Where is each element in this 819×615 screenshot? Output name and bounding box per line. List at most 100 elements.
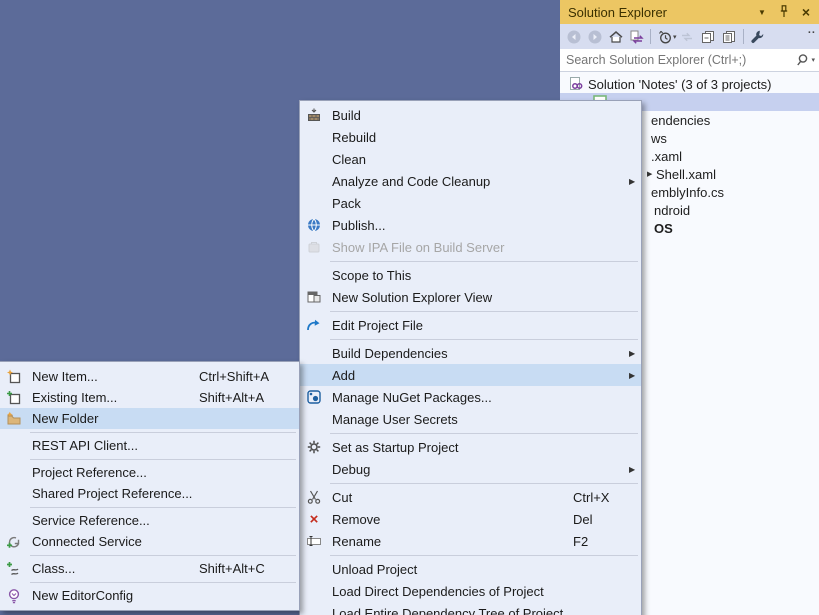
menu-item-existing-item[interactable]: Existing Item...Shift+Alt+A [0,387,299,408]
menu-item-analyze-and-code-cleanup[interactable]: Analyze and Code Cleanup▶ [300,170,641,192]
home-icon [608,29,624,45]
tree-expander-icon[interactable]: ▶ [647,170,655,178]
menu-item-show-ipa-file-on-build-server[interactable]: Show IPA File on Build Server [300,236,641,258]
pending-changes-filter-button[interactable] [654,26,675,47]
menu-item-label: Clean [328,152,573,167]
solution-icon [568,76,584,92]
ipa-file-icon [300,239,328,255]
menu-item-unload-project[interactable]: Unload Project [300,558,641,580]
submenu-arrow-icon: ▶ [629,349,639,358]
menu-item-manage-nuget-packages[interactable]: Manage NuGet Packages... [300,386,641,408]
menu-item-label: Build [328,108,573,123]
collapse-all-button[interactable] [698,26,719,47]
menu-item-shortcut: Shift+Alt+A [199,390,287,405]
add-submenu: New Item...Ctrl+Shift+AExisting Item...S… [0,361,300,611]
menu-item-set-as-startup-project[interactable]: Set as Startup Project [300,436,641,458]
menu-item-rename[interactable]: RenameF2 [300,530,641,552]
menu-item-shortcut: Del [573,512,629,527]
tree-item-label: ndroid [654,203,690,218]
collapse-all-icon [700,29,716,45]
tree-item-solution-notes-3-of-3-projects[interactable]: Solution 'Notes' (3 of 3 projects) [560,75,819,93]
pending-changes-filter-icon [657,29,673,45]
menu-item-rest-api-client[interactable]: REST API Client... [0,435,299,456]
menu-item-remove[interactable]: ×RemoveDel [300,508,641,530]
menu-item-cut[interactable]: CutCtrl+X [300,486,641,508]
menu-item-manage-user-secrets[interactable]: Manage User Secrets [300,408,641,430]
solution-explorer-titlebar[interactable]: Solution Explorer ▼× [560,0,819,24]
menu-item-label: Connected Service [28,534,199,549]
close-button[interactable]: × [798,4,814,20]
menu-item-publish[interactable]: Publish... [300,214,641,236]
toolbar-separator [743,29,744,44]
sync-with-active-document-button[interactable] [626,26,647,47]
gear-icon [300,439,328,455]
menu-item-service-reference[interactable]: Service Reference... [0,510,299,531]
toolbar-overflow-button[interactable]: .. [808,24,816,36]
menu-item-label: Pack [328,196,573,211]
home-button[interactable] [605,26,626,47]
chevron-down-button[interactable]: ▼ [754,4,770,20]
menu-item-class[interactable]: Class...Shift+Alt+C [0,558,299,579]
menu-item-label: New EditorConfig [28,588,199,603]
submenu-arrow-icon: ▶ [629,371,639,380]
menu-item-build-dependencies[interactable]: Build Dependencies ▶ [300,342,641,364]
back-button[interactable] [563,26,584,47]
connected-service-icon [0,534,28,550]
menu-item-pack[interactable]: Pack [300,192,641,214]
menu-item-load-direct-dependencies-of-project[interactable]: Load Direct Dependencies of Project [300,580,641,602]
menu-item-label: Manage User Secrets [328,412,573,427]
chevron-down-icon: ▼ [758,8,766,17]
menu-item-connected-service[interactable]: Connected Service [0,531,299,552]
menu-item-scope-to-this[interactable]: Scope to This [300,264,641,286]
menu-item-new-editorconfig[interactable]: New EditorConfig [0,585,299,606]
menu-item-edit-project-file[interactable]: Edit Project File [300,314,641,336]
search-input[interactable] [560,53,794,67]
window-buttons: ▼× [754,4,814,20]
pin-button[interactable] [776,4,792,20]
tree-item-label: Shell.xaml [656,167,716,182]
properties-wrench-button[interactable] [747,26,768,47]
menu-item-label: Service Reference... [28,513,199,528]
menu-separator [330,433,638,434]
menu-item-debug[interactable]: Debug▶ [300,458,641,480]
menu-item-label: Publish... [328,218,573,233]
menu-separator [30,459,296,460]
menu-item-shared-project-reference[interactable]: Shared Project Reference... [0,483,299,504]
menu-item-rebuild[interactable]: Rebuild [300,126,641,148]
menu-separator [330,483,638,484]
close-icon: × [802,4,810,20]
menu-item-add[interactable]: Add▶ [300,364,641,386]
forward-button[interactable] [584,26,605,47]
menu-separator [330,311,638,312]
menu-item-label: Load Direct Dependencies of Project [328,584,573,599]
properties-wrench-icon [749,29,765,45]
menu-item-label: New Folder [28,411,199,426]
menu-separator [330,339,638,340]
menu-item-new-solution-explorer-view[interactable]: New Solution Explorer View [300,286,641,308]
menu-item-load-entire-dependency-tree-of-project[interactable]: Load Entire Dependency Tree of Project [300,602,641,615]
menu-item-shortcut: Ctrl+Shift+A [199,369,287,384]
menu-separator [30,582,296,583]
menu-item-clean[interactable]: Clean [300,148,641,170]
toolbar-separator [650,29,651,44]
menu-item-build[interactable]: Build [300,104,641,126]
menu-item-new-item[interactable]: New Item...Ctrl+Shift+A [0,366,299,387]
tree-item-label: ws [651,131,667,146]
pin-icon [776,4,792,20]
menu-item-label: Shared Project Reference... [28,486,199,501]
search-bar: ▾ [560,49,819,72]
menu-item-label: Build Dependencies [328,346,573,361]
show-all-files-button[interactable] [719,26,740,47]
search-icon[interactable] [794,52,810,68]
search-options-chevron-icon[interactable]: ▾ [811,56,815,64]
menu-item-label: Cut [328,490,573,505]
refresh-button[interactable] [677,26,698,47]
menu-separator [330,261,638,262]
menu-item-label: Edit Project File [328,318,573,333]
menu-item-project-reference[interactable]: Project Reference... [0,462,299,483]
menu-item-label: Show IPA File on Build Server [328,240,573,255]
menu-separator [30,555,296,556]
build-icon [300,107,328,123]
menu-item-new-folder[interactable]: New Folder [0,408,299,429]
menu-item-label: Existing Item... [28,390,199,405]
